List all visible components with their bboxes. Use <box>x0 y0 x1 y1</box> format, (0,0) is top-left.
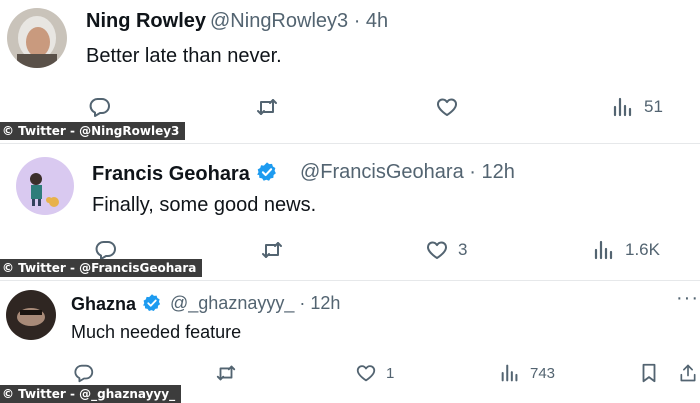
separator-dot: · <box>463 161 482 183</box>
author-name[interactable]: Ghazna <box>71 293 162 315</box>
bookmark-button[interactable] <box>638 362 660 384</box>
tweet-text: Much needed feature <box>71 322 242 342</box>
reply-icon <box>89 98 110 117</box>
views-button[interactable]: 743 <box>499 362 555 384</box>
timestamp[interactable]: 12h <box>310 293 340 313</box>
views-count: 743 <box>530 364 556 382</box>
repost-icon <box>216 365 236 381</box>
author-handle[interactable]: @FrancisGeohara <box>300 161 464 183</box>
views-icon <box>501 364 518 382</box>
separator-dot: · <box>294 293 311 313</box>
author-meta[interactable]: @_ghaznayyy_ · 12h <box>170 293 340 314</box>
bookmark-icon <box>642 363 656 383</box>
avatar[interactable] <box>6 290 56 340</box>
tweet-ghazna[interactable]: Ghazna @_ghaznayyy_ · 12h Much needed fe… <box>0 281 700 383</box>
repost-icon <box>257 99 277 115</box>
timestamp[interactable]: 4h <box>366 10 388 32</box>
author-name[interactable]: Francis Geohara <box>92 161 278 186</box>
separator-dot: · <box>348 10 366 32</box>
repost-button[interactable] <box>260 238 284 262</box>
likes-count: 3 <box>458 240 468 259</box>
repost-button[interactable] <box>215 362 237 384</box>
author-meta[interactable]: @NingRowley3 · 4h <box>210 10 388 33</box>
like-icon <box>437 98 457 116</box>
like-button[interactable] <box>435 95 459 119</box>
image-credit: © Twitter - @_ghaznayyy_ <box>0 385 182 403</box>
tweet-text: Better late than never. <box>86 45 282 67</box>
image-credit: © Twitter - @FrancisGeohara <box>0 259 203 277</box>
repost-icon <box>262 242 282 258</box>
repost-button[interactable] <box>255 95 279 119</box>
verified-badge-icon <box>143 294 161 311</box>
tweet-text: Finally, some good news. <box>92 194 317 216</box>
views-icon <box>613 97 632 117</box>
views-icon <box>594 240 613 260</box>
views-button[interactable]: 51 <box>611 95 663 119</box>
like-button[interactable]: 3 <box>425 238 467 262</box>
like-icon <box>356 365 376 382</box>
author-handle[interactable]: @NingRowley3 <box>210 10 348 32</box>
author-handle[interactable]: @_ghaznayyy_ <box>170 293 294 313</box>
reply-button[interactable] <box>73 362 95 384</box>
tweet-ning-rowley[interactable]: Ning Rowley @NingRowley3 · 4h Better lat… <box>0 0 700 140</box>
timestamp[interactable]: 12h <box>481 161 514 183</box>
author-name[interactable]: Ning Rowley <box>86 10 206 33</box>
views-count: 1.6K <box>625 240 660 259</box>
share-icon <box>680 364 696 382</box>
avatar[interactable] <box>7 8 67 68</box>
more-options-icon[interactable]: ··· <box>676 287 699 310</box>
share-button[interactable] <box>678 362 698 384</box>
views-button[interactable]: 1.6K <box>592 238 660 262</box>
author-meta[interactable]: @FrancisGeohara · 12h <box>300 161 515 184</box>
tweet-francis-geohara[interactable]: Francis Geohara @FrancisGeohara · 12h Fi… <box>0 144 700 260</box>
image-credit: © Twitter - @NingRowley3 <box>0 122 186 140</box>
verified-badge-icon <box>257 162 276 181</box>
reply-icon <box>74 364 94 383</box>
like-icon <box>427 241 447 259</box>
likes-count: 1 <box>386 364 395 382</box>
like-button[interactable]: 1 <box>355 362 394 384</box>
views-count: 51 <box>644 97 663 116</box>
avatar[interactable] <box>16 157 74 215</box>
reply-button[interactable] <box>88 95 112 119</box>
